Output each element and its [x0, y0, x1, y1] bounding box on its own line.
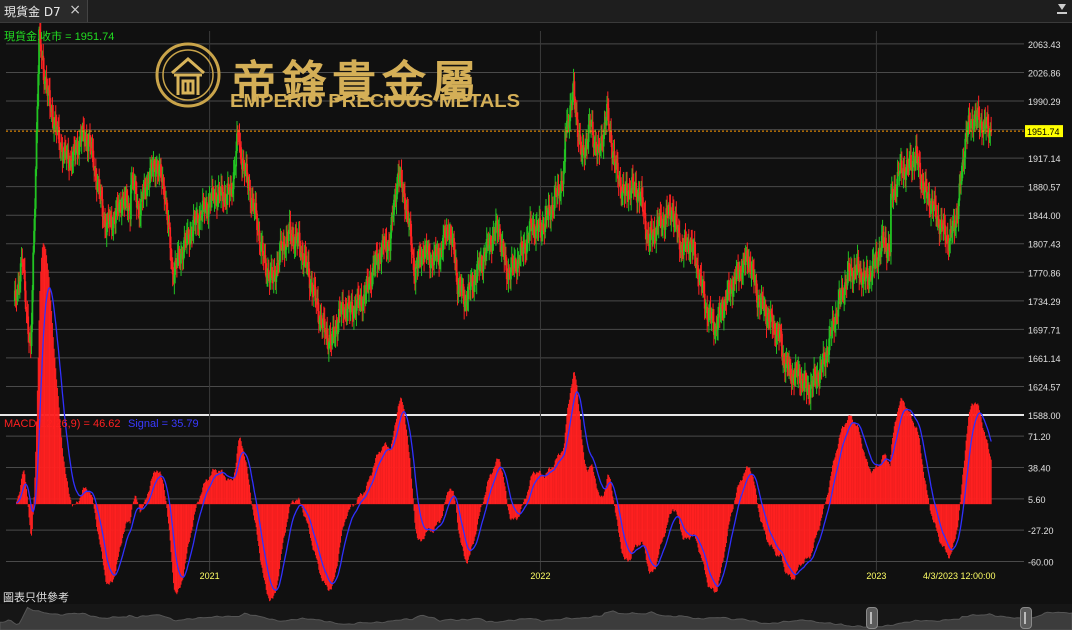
price-tick-label: 2026.86	[1028, 68, 1061, 78]
overview-scrollbar[interactable]	[0, 604, 1072, 630]
price-tick-label: 1990.29	[1028, 97, 1061, 107]
disclaimer-text: 圖表只供參考	[3, 591, 69, 604]
candle-body	[607, 107, 610, 126]
macd-label: MACD(12,26,9) = 46.62	[4, 418, 120, 430]
main-series-label: 現貨金.收市 = 1951.74	[4, 29, 114, 43]
date-label: 4/3/2023 12:00:00	[923, 571, 996, 581]
price-tick-label: 1917.14	[1028, 154, 1061, 164]
candle-body	[414, 266, 417, 283]
price-tick-label: 1588.00	[1028, 411, 1061, 421]
signal-line	[16, 287, 992, 591]
candle-body	[890, 193, 892, 253]
macd-tick-label: 71.20	[1028, 432, 1051, 442]
price-tick-label: 2063.43	[1028, 40, 1061, 50]
x-tick-label: 2023	[866, 571, 886, 581]
macd-tick-label: 38.40	[1028, 463, 1051, 473]
macd-tick-label: 5.60	[1028, 495, 1046, 505]
price-tick-label: 1734.29	[1028, 297, 1061, 307]
x-tick-label: 2022	[530, 571, 550, 581]
scroll-right-handle[interactable]	[1020, 607, 1032, 629]
tab-title: 現貨金 D7	[4, 4, 61, 19]
price-tick-label: 1697.71	[1028, 325, 1061, 335]
candle-body	[36, 106, 39, 131]
close-icon[interactable]: ×	[69, 2, 81, 18]
candle-body	[641, 197, 644, 212]
candle-body	[482, 259, 485, 272]
price-tick-label: 1844.00	[1028, 211, 1061, 221]
chart-area[interactable]: 帝鋒貴金屬 EMPERIO PRECIOUS METALS 2063.43202…	[0, 23, 1072, 603]
last-price-value: 1951.74	[1027, 127, 1060, 137]
signal-label: Signal = 35.79	[128, 418, 199, 430]
price-tick-label: 1880.57	[1028, 183, 1061, 193]
overview-sparkline	[0, 606, 1072, 630]
price-tick-label: 1807.43	[1028, 240, 1061, 250]
price-tick-label: 1770.86	[1028, 268, 1061, 278]
candle-body	[573, 81, 576, 99]
macd-tick-label: -27.20	[1028, 526, 1054, 536]
logo-english-name: EMPERIO PRECIOUS METALS	[230, 91, 520, 111]
candle-body	[24, 290, 27, 309]
scroll-left-handle[interactable]	[866, 607, 878, 629]
candle-body	[235, 150, 238, 167]
price-tick-label: 1624.57	[1028, 382, 1061, 392]
candle-body	[32, 252, 35, 291]
x-tick-label: 2021	[200, 571, 220, 581]
price-tick-label: 1661.14	[1028, 354, 1061, 364]
chart-tab[interactable]: 現貨金 D7 ×	[0, 0, 88, 22]
macd-tick-label: -60.00	[1028, 557, 1054, 567]
tab-bar: 現貨金 D7 ×	[0, 0, 1072, 23]
